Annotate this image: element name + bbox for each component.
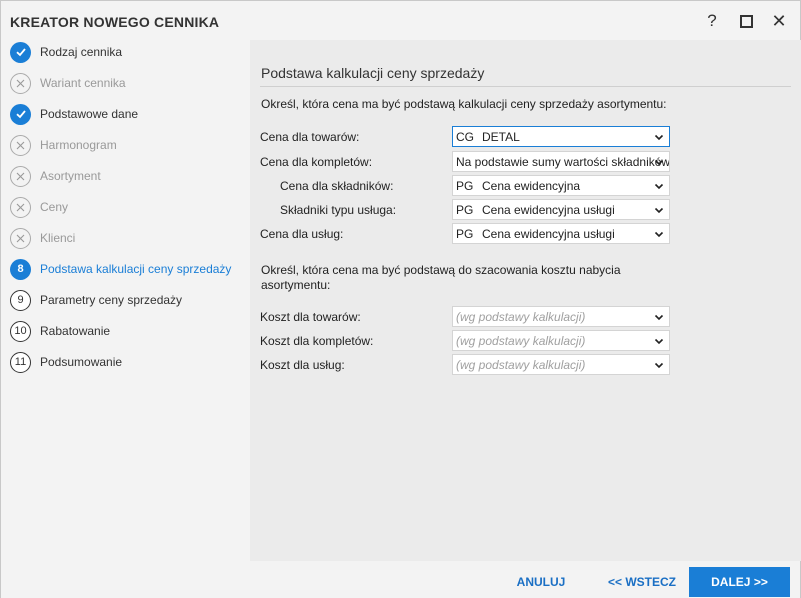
step-number: 10 (10, 320, 31, 342)
maximize-button[interactable] (736, 11, 756, 31)
close-button[interactable]: ✕ (769, 11, 789, 31)
price-dropdown[interactable]: PG Cena ewidencyjna usługi (452, 223, 670, 244)
x-icon (10, 227, 31, 249)
chevron-down-icon (654, 311, 664, 321)
wizard-step[interactable]: Wariant cennika (10, 72, 246, 94)
step-number: 8 (10, 258, 31, 280)
price-dropdown[interactable]: PG Cena ewidencyjna usługi (452, 199, 670, 220)
price-basis-description: Określ, która cena ma być podstawą kalku… (261, 97, 667, 111)
wizard-step-label: Klienci (40, 231, 76, 245)
field-label: Cena dla składników: (280, 179, 394, 193)
field-label: Koszt dla towarów: (260, 310, 361, 324)
wizard-step[interactable]: 9 Parametry ceny sprzedaży (10, 289, 246, 311)
cost-dropdown[interactable]: (wg podstawy kalkulacji) (452, 354, 670, 375)
wizard-step-label: Ceny (40, 200, 69, 214)
price-code: CG (456, 129, 474, 144)
check-icon (10, 41, 31, 63)
wizard-step-label: Podsumowanie (40, 355, 123, 369)
chevron-down-icon (654, 204, 664, 214)
field-label: Cena dla kompletów: (260, 155, 373, 169)
price-dropdown[interactable]: Na podstawie sumy wartości składników (452, 151, 670, 172)
field-label: Koszt dla usług: (260, 358, 345, 372)
wizard-step-label: Parametry ceny sprzedaży (40, 293, 183, 307)
dropdown-value: Cena ewidencyjna usługi (482, 202, 615, 217)
dropdown-value: Na podstawie sumy wartości składników (456, 154, 670, 169)
x-icon (10, 72, 31, 94)
chevron-down-icon (654, 180, 664, 190)
main-panel: Podstawa kalkulacji ceny sprzedaży Okreś… (250, 40, 801, 561)
wizard-step[interactable]: Ceny (10, 196, 246, 218)
section-title: Podstawa kalkulacji ceny sprzedaży (261, 65, 485, 81)
wizard-step-label: Wariant cennika (40, 76, 126, 90)
field-label: Koszt dla kompletów: (260, 334, 374, 348)
section-divider (260, 86, 791, 87)
price-code: PG (456, 202, 474, 217)
wizard-step[interactable]: Podstawowe dane (10, 103, 246, 125)
wizard-step[interactable]: Klienci (10, 227, 246, 249)
field-label: Składniki typu usługa: (280, 203, 397, 217)
footer: ANULUJ << WSTECZ DALEJ >> (1, 561, 800, 598)
cost-dropdown[interactable]: (wg podstawy kalkulacji) (452, 330, 670, 351)
wizard-step-label: Harmonogram (40, 138, 117, 152)
wizard-steps: Rodzaj cennika Wariant cennika Podstawowe … (1, 38, 249, 561)
cost-dropdown[interactable]: (wg podstawy kalkulacji) (452, 306, 670, 327)
price-code: PG (456, 226, 474, 241)
wizard-step-label: Podstawowe dane (40, 107, 139, 121)
cancel-button[interactable]: ANULUJ (506, 567, 576, 597)
wizard-step-label: Asortyment (40, 169, 101, 183)
check-icon (10, 103, 31, 125)
x-icon (10, 165, 31, 187)
dropdown-value: (wg podstawy kalkulacji) (456, 357, 586, 372)
window-title: KREATOR NOWEGO CENNIKA (10, 14, 220, 30)
dropdown-value: (wg podstawy kalkulacji) (456, 309, 586, 324)
back-button[interactable]: << WSTECZ (598, 567, 686, 597)
chevron-down-icon (654, 156, 664, 166)
dropdown-value: (wg podstawy kalkulacji) (456, 333, 586, 348)
chevron-down-icon (654, 335, 664, 345)
price-dropdown[interactable]: PG Cena ewidencyjna (452, 175, 670, 196)
x-icon (10, 196, 31, 218)
cost-basis-description: Określ, która cena ma być podstawą do sz… (261, 263, 621, 292)
wizard-step-label: Rabatowanie (40, 324, 111, 338)
price-dropdown[interactable]: CG DETAL (452, 126, 670, 147)
title-bar: KREATOR NOWEGO CENNIKA ? ✕ (1, 1, 800, 42)
wizard-step[interactable]: 8 Podstawa kalkulacji ceny sprzedaży (10, 258, 246, 280)
x-icon (10, 134, 31, 156)
field-label: Cena dla towarów: (260, 130, 360, 144)
step-number: 9 (10, 289, 31, 311)
price-code: PG (456, 178, 474, 193)
next-button[interactable]: DALEJ >> (689, 567, 790, 597)
wizard-step[interactable]: Harmonogram (10, 134, 246, 156)
chevron-down-icon (654, 228, 664, 238)
chevron-down-icon (654, 359, 664, 369)
wizard-window: KREATOR NOWEGO CENNIKA ? ✕ Rodzaj cennik… (0, 0, 801, 598)
help-button[interactable]: ? (702, 11, 722, 31)
maximize-icon (739, 14, 753, 28)
wizard-step[interactable]: 10 Rabatowanie (10, 320, 246, 342)
field-label: Cena dla usług: (260, 227, 344, 241)
wizard-step[interactable]: Rodzaj cennika (10, 41, 246, 63)
dropdown-value: Cena ewidencyjna (482, 178, 581, 193)
wizard-step[interactable]: Asortyment (10, 165, 246, 187)
step-number: 11 (10, 351, 31, 373)
wizard-step-label: Podstawa kalkulacji ceny sprzedaży (40, 262, 232, 276)
wizard-step[interactable]: 11 Podsumowanie (10, 351, 246, 373)
dropdown-value: Cena ewidencyjna usługi (482, 226, 615, 241)
chevron-down-icon (654, 131, 664, 141)
dropdown-value: DETAL (482, 129, 520, 144)
wizard-step-label: Rodzaj cennika (40, 45, 123, 59)
